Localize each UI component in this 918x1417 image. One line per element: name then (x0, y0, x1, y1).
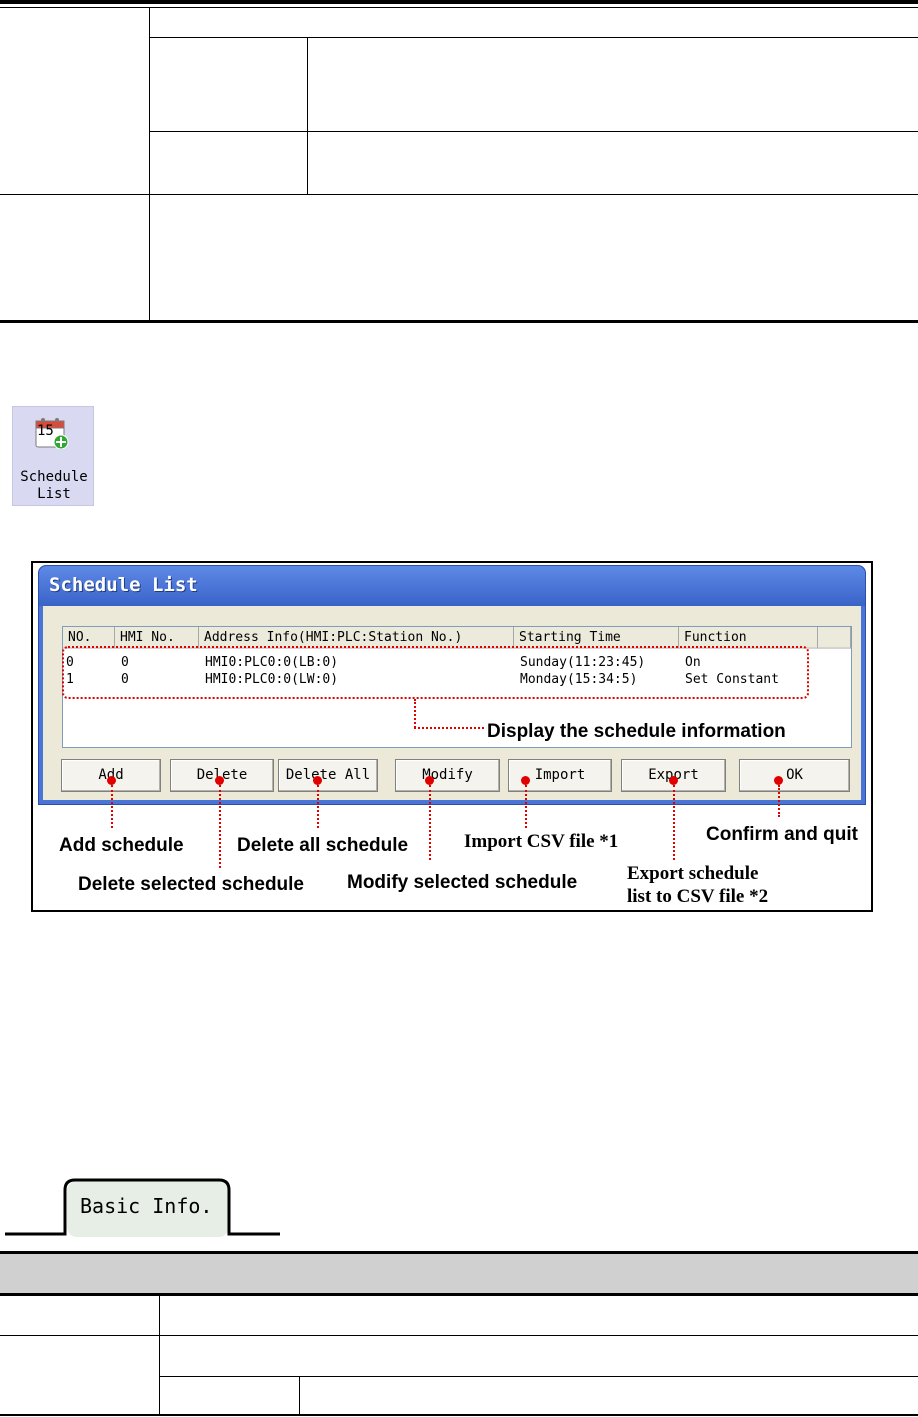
header-rule-thin (0, 7, 918, 8)
leader-line (414, 727, 484, 729)
annotation-dot (215, 776, 224, 785)
annotation-dot (425, 776, 434, 785)
annotation-dot (313, 776, 322, 785)
delete-button[interactable]: Delete (170, 759, 274, 792)
annotation-ok: Confirm and quit (706, 824, 858, 845)
annotation-dot (107, 776, 116, 785)
column-header-extra (818, 627, 851, 649)
annotation-dot (669, 776, 678, 785)
table-line (149, 8, 150, 321)
leader-line (525, 785, 527, 828)
schedule-list-toolbar-icon[interactable]: 15 Schedule List (12, 406, 94, 506)
ok-button[interactable]: OK (739, 759, 850, 792)
table-line (0, 320, 918, 323)
tab-basic-info[interactable]: Basic Info. (80, 1194, 212, 1218)
icon-label-line1: Schedule (20, 469, 88, 485)
annotation-modify: Modify selected schedule (347, 872, 578, 893)
leader-line (111, 785, 113, 828)
table-line (159, 1296, 160, 1416)
header-rule (0, 0, 918, 4)
schedule-info-highlight (62, 646, 809, 699)
delete-all-button[interactable]: Delete All (278, 759, 378, 792)
annotation-export-line1: Export schedule (627, 863, 759, 884)
table-line (299, 1377, 300, 1416)
table-line (0, 1414, 918, 1416)
dialog-title-bar: Schedule List (39, 566, 865, 606)
table-line (0, 1335, 918, 1336)
leader-line (414, 699, 416, 728)
annotation-import: Import CSV file *1 (464, 831, 619, 852)
annotation-add: Add schedule (59, 835, 184, 856)
annotation-delete-all: Delete all schedule (237, 835, 409, 856)
leader-line (429, 785, 431, 860)
table-line (0, 1293, 918, 1296)
section-header-row (0, 1254, 918, 1294)
annotation-display-info: Display the schedule information (487, 721, 786, 742)
table-line (0, 194, 918, 195)
modify-button[interactable]: Modify (395, 759, 500, 792)
annotation-export-line2: list to CSV file *2 (627, 886, 769, 907)
annotation-delete: Delete selected schedule (78, 874, 304, 895)
leader-line (778, 785, 780, 817)
icon-label-line2: List (37, 486, 71, 502)
annotation-dot (774, 776, 783, 785)
calendar-number: 15 (37, 423, 54, 439)
table-line (149, 37, 918, 38)
leader-line (673, 785, 675, 860)
table-line (149, 131, 918, 132)
table-line (159, 1376, 918, 1377)
annotation-dot (521, 776, 530, 785)
dialog-body: NO. HMI No. Address Info(HMI:PLC:Station… (43, 606, 861, 800)
dialog-title: Schedule List (49, 574, 198, 596)
leader-line (317, 785, 319, 828)
leader-line (219, 785, 221, 868)
table-line (307, 38, 308, 194)
